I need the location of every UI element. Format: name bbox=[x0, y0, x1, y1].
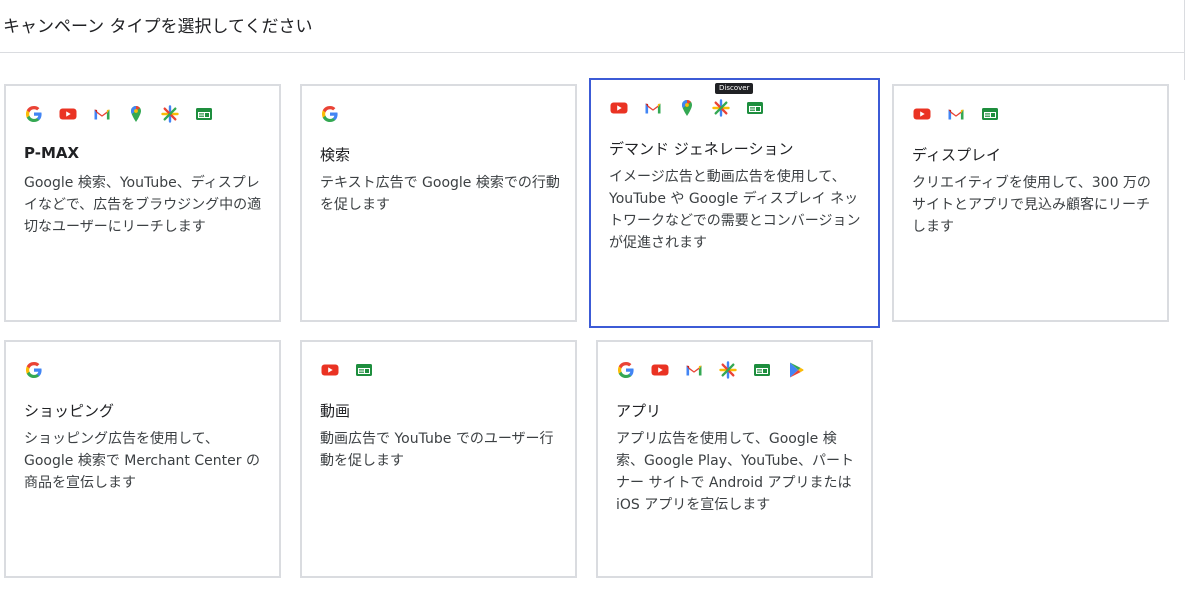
google-icon bbox=[24, 104, 44, 124]
youtube-icon bbox=[320, 360, 340, 380]
google-icon bbox=[616, 360, 636, 380]
page-title: キャンペーン タイプを選択してください bbox=[3, 17, 313, 37]
campaign-card-app[interactable]: アプリアプリ広告を使用して、Google 検索、Google Play、YouT… bbox=[596, 340, 873, 578]
product-icons bbox=[320, 360, 374, 380]
campaign-card-demand-gen[interactable]: デマンド ジェネレーションイメージ広告と動画広告を使用して、YouTube や … bbox=[589, 78, 880, 328]
product-icons bbox=[320, 104, 340, 124]
display-icon bbox=[354, 360, 374, 380]
card-title: 検索 bbox=[320, 146, 351, 164]
display-icon bbox=[745, 98, 765, 118]
youtube-icon bbox=[609, 98, 629, 118]
youtube-icon bbox=[58, 104, 78, 124]
gmail-icon bbox=[946, 104, 966, 124]
card-description: Google 検索、YouTube、ディスプレイなどで、広告をブラウジング中の適… bbox=[24, 175, 262, 235]
discover-icon bbox=[718, 360, 738, 380]
product-icons bbox=[616, 360, 806, 380]
maps-icon bbox=[126, 104, 146, 124]
card-title: ショッピング bbox=[24, 402, 115, 420]
divider bbox=[1184, 0, 1185, 80]
icon-tooltip: Discover bbox=[715, 83, 754, 94]
google-icon bbox=[24, 360, 44, 380]
campaign-card-shopping[interactable]: ショッピングショッピング広告を使用して、Google 検索で Merchant … bbox=[4, 340, 281, 578]
product-icons bbox=[24, 360, 44, 380]
campaign-card-search[interactable]: 検索テキスト広告で Google 検索での行動を促します bbox=[300, 84, 577, 322]
display-icon bbox=[194, 104, 214, 124]
campaign-card-video[interactable]: 動画動画広告で YouTube でのユーザー行動を促します bbox=[300, 340, 577, 578]
product-icons bbox=[609, 98, 765, 118]
card-title: P-MAX bbox=[24, 144, 80, 162]
product-icons bbox=[912, 104, 1000, 124]
card-description: イメージ広告と動画広告を使用して、YouTube や Google ディスプレイ… bbox=[609, 169, 861, 251]
campaign-card-pmax[interactable]: P-MAX Google 検索、YouTube、ディスプレイなどで、広告をブラウジ… bbox=[4, 84, 281, 322]
card-description: 動画広告で YouTube でのユーザー行動を促します bbox=[320, 431, 554, 469]
google-icon bbox=[320, 104, 340, 124]
play-icon bbox=[786, 360, 806, 380]
display-icon bbox=[980, 104, 1000, 124]
youtube-icon bbox=[650, 360, 670, 380]
card-title: アプリ bbox=[616, 402, 662, 420]
page-header: キャンペーン タイプを選択してください bbox=[0, 0, 1184, 53]
card-description: クリエイティブを使用して、300 万のサイトとアプリで見込み顧客にリーチします bbox=[912, 175, 1151, 235]
campaign-card-display[interactable]: ディスプレイクリエイティブを使用して、300 万のサイトとアプリで見込み顧客にリ… bbox=[892, 84, 1169, 322]
card-title: ディスプレイ bbox=[912, 146, 1001, 164]
discover-icon bbox=[711, 98, 731, 118]
card-title: デマンド ジェネレーション bbox=[609, 140, 794, 158]
card-title: 動画 bbox=[320, 402, 351, 420]
gmail-icon bbox=[643, 98, 663, 118]
display-icon bbox=[752, 360, 772, 380]
card-description: ショッピング広告を使用して、Google 検索で Merchant Center… bbox=[24, 431, 260, 491]
gmail-icon bbox=[684, 360, 704, 380]
youtube-icon bbox=[912, 104, 932, 124]
card-description: アプリ広告を使用して、Google 検索、Google Play、YouTube… bbox=[616, 431, 854, 513]
gmail-icon bbox=[92, 104, 112, 124]
card-description: テキスト広告で Google 検索での行動を促します bbox=[320, 175, 560, 213]
product-icons bbox=[24, 104, 214, 124]
discover-icon bbox=[160, 104, 180, 124]
maps-icon bbox=[677, 98, 697, 118]
